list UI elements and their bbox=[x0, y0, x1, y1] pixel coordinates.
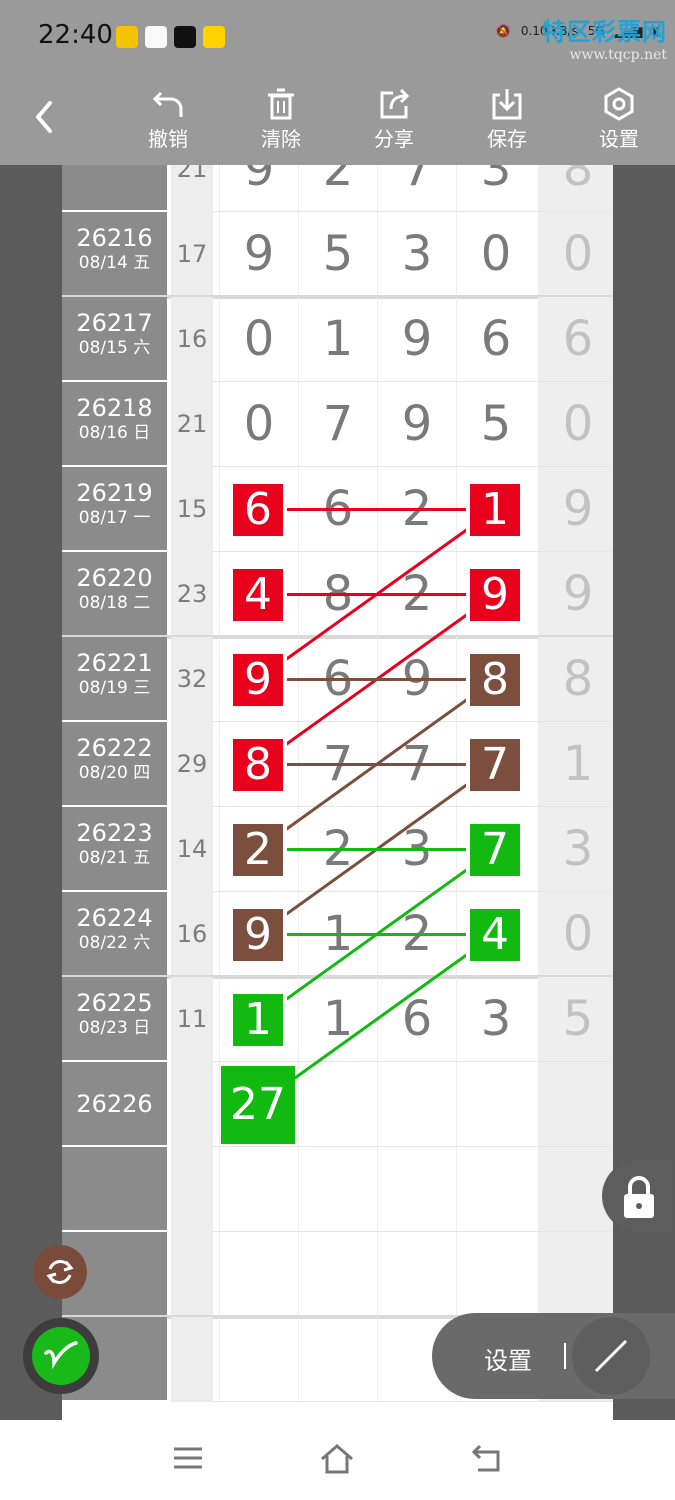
watermark-url: www.tqcp.net bbox=[569, 47, 667, 63]
line-icon bbox=[594, 1339, 628, 1373]
highlighted-digit[interactable]: 7 bbox=[466, 819, 524, 880]
prediction-value[interactable]: 27 bbox=[221, 1065, 295, 1144]
avatar-notification-icon bbox=[145, 26, 167, 48]
watermark-title: 特区彩票网 bbox=[542, 18, 667, 46]
trash-icon bbox=[268, 88, 294, 120]
tiktok-notification-icon bbox=[174, 26, 196, 48]
home-icon[interactable] bbox=[319, 1442, 355, 1476]
back-nav-icon[interactable] bbox=[470, 1442, 504, 1474]
settings-pill-label: 设置 bbox=[484, 1347, 532, 1375]
save-label: 保存 bbox=[487, 127, 527, 151]
refresh-icon bbox=[46, 1260, 74, 1284]
settings-label: 设置 bbox=[599, 127, 639, 151]
share-label: 分享 bbox=[374, 127, 414, 151]
highlighted-digit[interactable]: 2 bbox=[229, 819, 287, 880]
pen-stroke-icon bbox=[44, 1341, 78, 1370]
highlighted-digit[interactable]: 6 bbox=[229, 479, 287, 540]
highlighted-digit[interactable]: 9 bbox=[229, 649, 287, 710]
navigation-bar bbox=[0, 1420, 675, 1500]
highlighted-digit[interactable]: 7 bbox=[466, 734, 524, 795]
undo-button[interactable]: 撤销 bbox=[133, 87, 203, 152]
meituan-notification-icon bbox=[203, 26, 225, 48]
highlighted-digit[interactable]: 1 bbox=[466, 479, 524, 540]
highlight-layer: 6 1 4 9 9 8 8 7 2 7 9 4 1 27 bbox=[62, 165, 613, 1420]
refresh-button[interactable] bbox=[33, 1245, 87, 1299]
watermark: 特区彩票网 www.tqcp.net bbox=[542, 12, 667, 63]
toolbar: 撤销 清除 分享 保存 设置 bbox=[0, 75, 675, 165]
share-icon bbox=[380, 88, 410, 119]
highlighted-digit[interactable]: 8 bbox=[466, 649, 524, 710]
pill-divider bbox=[564, 1343, 566, 1369]
download-icon bbox=[492, 89, 522, 120]
back-button[interactable] bbox=[30, 97, 60, 137]
highlighted-digit[interactable]: 8 bbox=[229, 734, 287, 795]
left-margin bbox=[0, 165, 62, 1420]
pen-tool-button[interactable] bbox=[23, 1318, 99, 1394]
undo-icon bbox=[152, 91, 183, 117]
undo-label: 撤销 bbox=[148, 127, 188, 151]
clear-button[interactable]: 清除 bbox=[246, 87, 316, 152]
share-button[interactable]: 分享 bbox=[359, 87, 429, 152]
highlighted-digit[interactable]: 4 bbox=[466, 904, 524, 965]
lock-icon bbox=[624, 1176, 654, 1218]
settings-pill[interactable]: 设置 bbox=[432, 1313, 675, 1399]
status-time: 22:40 bbox=[38, 20, 113, 50]
menu-icon[interactable] bbox=[172, 1442, 204, 1474]
mute-icon: 🔕 bbox=[495, 24, 511, 38]
highlighted-digit[interactable]: 9 bbox=[229, 904, 287, 965]
settings-icon bbox=[604, 87, 634, 121]
highlighted-digit[interactable]: 4 bbox=[229, 564, 287, 625]
save-button[interactable]: 保存 bbox=[472, 87, 542, 152]
settings-button[interactable]: 设置 bbox=[584, 87, 654, 152]
clear-label: 清除 bbox=[261, 127, 301, 151]
status-bar: 22:40 🔕 0.10 KB/s 5G ▂▄▆ ▮ 特区彩票网 www.tqc… bbox=[0, 0, 675, 75]
lock-button[interactable] bbox=[602, 1160, 672, 1232]
highlighted-digit[interactable]: 1 bbox=[229, 989, 287, 1050]
app-notification-icon bbox=[116, 26, 138, 48]
line-tool-button[interactable] bbox=[572, 1317, 650, 1395]
highlighted-digit[interactable]: 9 bbox=[466, 564, 524, 625]
